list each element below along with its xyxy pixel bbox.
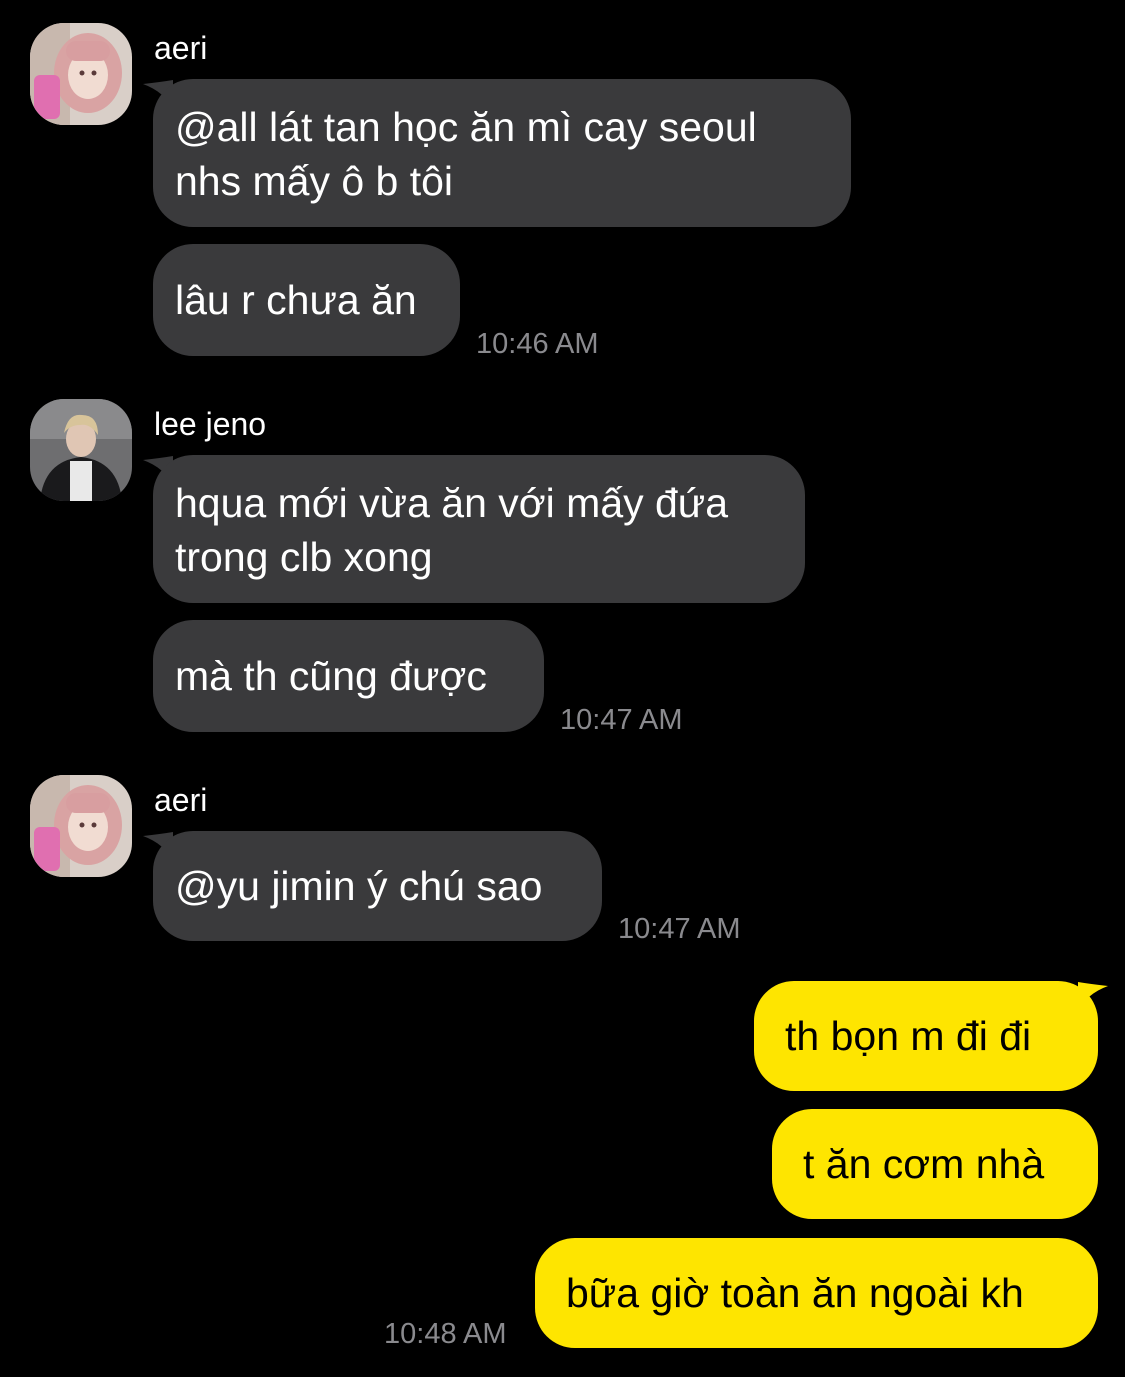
message-text: @yu jimin ý chú sao [175,863,543,909]
message-text: bữa giờ toàn ăn ngoài kh [566,1270,1024,1316]
message-bubble[interactable]: t ăn cơm nhà [772,1109,1098,1219]
message-bubble[interactable]: lâu r chưa ăn [153,244,460,356]
message-timestamp: 10:46 AM [476,328,599,360]
sender-name: aeri [154,782,208,818]
aeri-avatar-icon[interactable] [30,23,132,125]
message-bubble[interactable]: th bọn m đi đi [754,981,1098,1091]
message-timestamp: 10:47 AM [618,913,741,945]
message-bubble[interactable]: bữa giờ toàn ăn ngoài kh [535,1238,1098,1348]
message-text: hqua mới vừa ăn với mấy đứa trong clb xo… [175,480,729,580]
message-bubble[interactable]: hqua mới vừa ăn với mấy đứa trong clb xo… [153,455,805,603]
message-bubble[interactable]: mà th cũng được [153,620,544,732]
message-timestamp: 10:48 AM [384,1318,507,1350]
message-text: mà th cũng được [175,653,487,699]
sender-name: lee jeno [154,406,267,442]
message-text: lâu r chưa ăn [175,277,417,323]
message-bubble[interactable]: @yu jimin ý chú sao [153,831,602,941]
aeri-avatar-icon[interactable] [30,775,132,877]
message-text: @all lát tan học ăn mì cay seoul nhs mấy… [175,104,757,204]
message-timestamp: 10:47 AM [560,704,683,736]
message-bubble[interactable]: @all lát tan học ăn mì cay seoul nhs mấy… [153,79,851,227]
message-text: t ăn cơm nhà [803,1141,1045,1187]
message-text: th bọn m đi đi [785,1013,1032,1059]
lee-jeno-avatar-icon[interactable] [30,399,132,501]
sender-name: aeri [154,30,208,66]
